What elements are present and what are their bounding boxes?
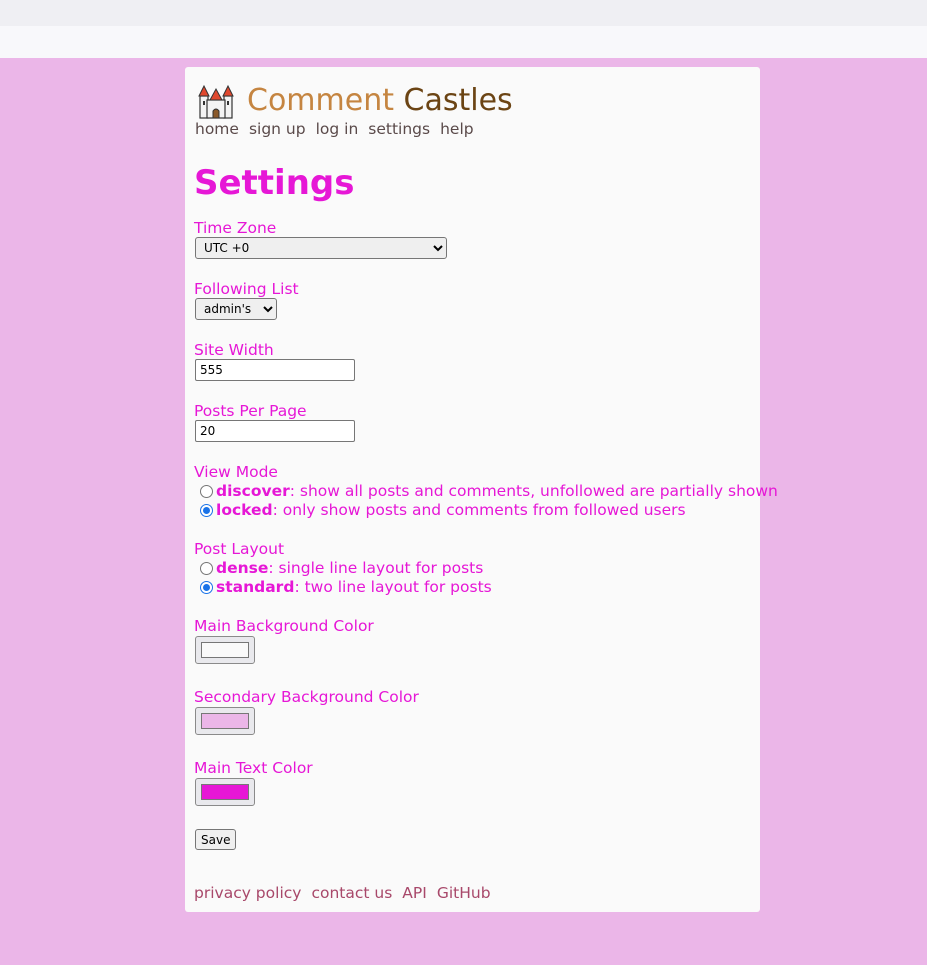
footer-github[interactable]: GitHub — [437, 884, 491, 902]
radio-standard[interactable] — [200, 580, 213, 594]
post-layout-option-dense[interactable]: dense: single line layout for posts — [200, 559, 483, 577]
radio-discover[interactable] — [200, 484, 213, 498]
site-width-label: Site Width — [194, 341, 274, 359]
page-title: Settings — [194, 163, 355, 203]
browser-chrome-bar — [0, 26, 927, 58]
nav-home[interactable]: home — [195, 120, 239, 138]
main-text-color-label: Main Text Color — [194, 759, 313, 777]
view-mode-option-locked[interactable]: locked: only show posts and comments fro… — [200, 501, 686, 519]
main-bg-color-label: Main Background Color — [194, 617, 374, 635]
settings-page: Comment Castles home sign up log in setting… — [185, 67, 778, 912]
timezone-label: Time Zone — [194, 219, 277, 237]
following-list-label: Following List — [194, 280, 299, 298]
nav-log-in[interactable]: log in — [316, 120, 359, 138]
secondary-bg-color-swatch — [201, 713, 249, 729]
nav-help[interactable]: help — [440, 120, 474, 138]
posts-per-page-input[interactable] — [195, 420, 355, 442]
castle-icon — [198, 84, 234, 119]
post-layout-label: Post Layout — [194, 540, 285, 558]
option-discover-key: discover — [216, 482, 290, 500]
nav-sign-up[interactable]: sign up — [249, 120, 306, 138]
main-text-color-swatch — [201, 784, 249, 800]
post-layout-option-standard[interactable]: standard: two line layout for posts — [200, 578, 492, 596]
secondary-bg-color-picker[interactable] — [195, 707, 255, 735]
save-button[interactable]: Save — [195, 829, 237, 850]
footer-contact-us[interactable]: contact us — [311, 884, 392, 902]
main-bg-color-swatch — [201, 642, 249, 658]
main-nav: home sign up log in settings help — [195, 120, 484, 138]
option-dense-desc: : single line layout for posts — [268, 559, 484, 577]
site-title-part1: Comment — [247, 83, 394, 118]
view-mode-label: View Mode — [194, 463, 278, 481]
view-mode-option-discover[interactable]: discover: show all posts and comments, u… — [200, 482, 778, 500]
radio-dense[interactable] — [200, 561, 213, 575]
option-locked-key: locked — [216, 501, 273, 519]
timezone-select[interactable]: UTC +0 — [195, 237, 447, 259]
browser-chrome-top — [0, 0, 927, 26]
posts-per-page-label: Posts Per Page — [194, 402, 307, 420]
site-brand[interactable]: Comment Castles — [196, 81, 513, 121]
following-list-select[interactable]: admin's — [195, 298, 277, 320]
option-standard-desc: : two line layout for posts — [294, 578, 492, 596]
site-title[interactable]: Comment Castles — [247, 81, 513, 121]
secondary-bg-color-label: Secondary Background Color — [194, 688, 419, 706]
main-text-color-picker[interactable] — [195, 778, 255, 806]
main-bg-color-picker[interactable] — [195, 636, 255, 664]
footer-privacy-policy[interactable]: privacy policy — [194, 884, 301, 902]
footer-api[interactable]: API — [402, 884, 427, 902]
site-title-part2: Castles — [403, 83, 513, 118]
nav-settings[interactable]: settings — [368, 120, 430, 138]
option-standard-key: standard — [216, 578, 295, 596]
option-dense-key: dense — [216, 559, 269, 577]
option-locked-desc: : only show posts and comments from foll… — [272, 501, 686, 519]
site-width-input[interactable] — [195, 359, 355, 381]
footer-links: privacy policy contact us API GitHub — [194, 884, 501, 902]
radio-locked[interactable] — [200, 503, 213, 517]
option-discover-desc: : show all posts and comments, unfollowe… — [289, 482, 778, 500]
